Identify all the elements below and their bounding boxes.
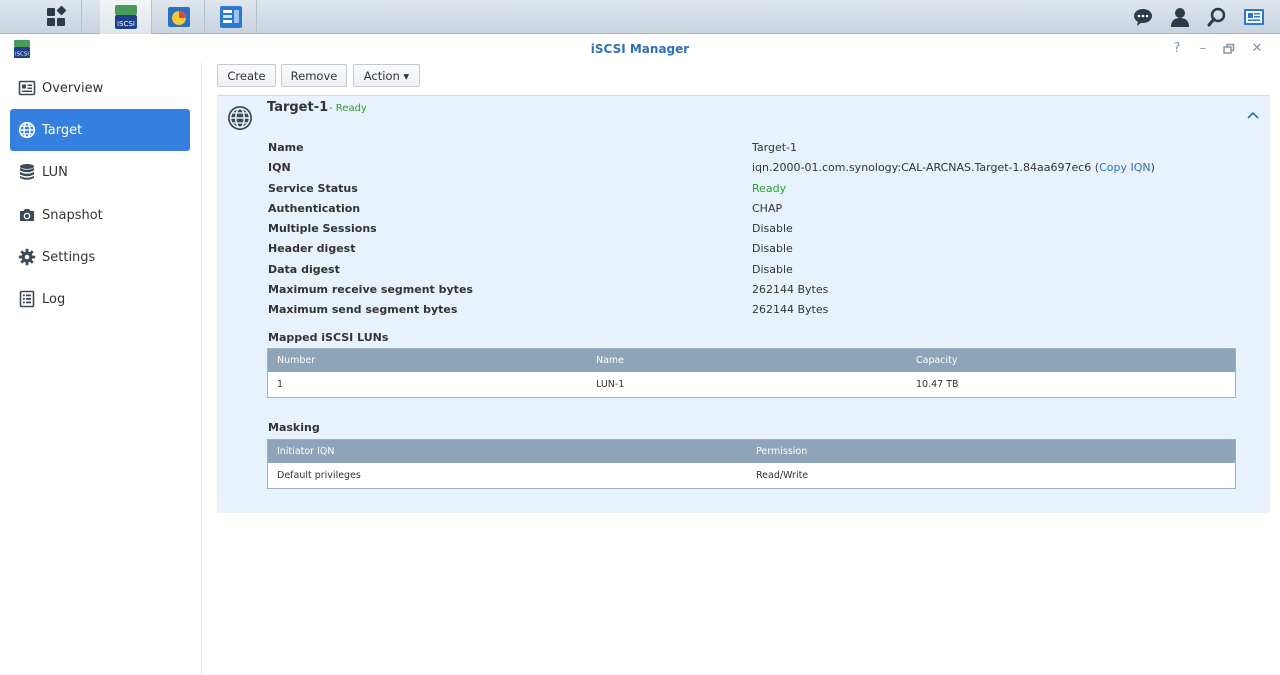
sidebar-item-log[interactable]: Log [10,278,190,320]
remove-button[interactable]: Remove [281,64,347,87]
sidebar: Overview Target LUN Snapshot Settings Lo… [0,63,202,675]
main-menu-button[interactable] [30,0,82,34]
taskbar: iSCSI [0,0,1280,34]
prop-value-max-send-segment: 262144 Bytes [752,303,829,316]
control-panel-taskbar-button[interactable] [205,0,257,34]
copy-iqn-close-paren: ) [1150,161,1155,174]
chat-icon [1134,9,1152,26]
create-button[interactable]: Create [217,64,276,87]
chevron-up-icon[interactable] [1246,108,1260,122]
search-button[interactable] [1199,0,1235,34]
initiator-iqn-value: Default privileges [277,470,361,481]
window-title: iSCSI Manager [590,42,690,56]
help-icon[interactable]: ? [1169,41,1185,57]
restore-icon[interactable] [1221,41,1237,57]
log-icon [18,290,36,308]
prop-label-service-status: Service Status [268,182,358,195]
prop-label-header-digest: Header digest [268,242,356,255]
gear-icon [18,248,36,266]
copy-iqn-open-paren: ( [1091,161,1100,174]
column-header-permission[interactable]: Permission [747,440,807,463]
database-icon [18,163,36,181]
prop-label-name: Name [268,141,304,154]
sidebar-item-snapshot[interactable]: Snapshot [10,194,190,236]
action-dropdown-button[interactable]: Action ▾ [353,64,420,87]
prop-value-service-status: Ready [752,182,787,195]
prop-label-authentication: Authentication [268,202,361,215]
target-title: Target-1 [267,100,329,115]
iscsi-icon: iSCSI [114,5,137,29]
camera-icon [18,206,36,224]
iscsi-app-icon: iSCSI [14,40,30,58]
iscsi-manager-taskbar-button[interactable]: iSCSI [100,0,152,34]
close-icon[interactable]: ✕ [1249,41,1265,57]
sidebar-item-label: Overview [42,80,104,96]
column-header-number[interactable]: Number [268,349,315,372]
prop-value-iqn: iqn.2000-01.com.synology:CAL-ARCNAS.Targ… [752,161,1155,174]
sidebar-item-settings[interactable]: Settings [10,236,190,278]
widgets-icon [1244,9,1264,25]
overview-icon [18,79,36,97]
sidebar-item-label: Settings [42,249,96,265]
masking-table: Initiator IQN Permission Default privile… [267,439,1236,489]
prop-value-max-receive-segment: 262144 Bytes [752,283,829,296]
mapped-luns-title: Mapped iSCSI LUNs [268,331,389,344]
prop-label-iqn: IQN [268,161,291,174]
sidebar-item-overview[interactable]: Overview [10,67,190,109]
table-header: Initiator IQN Permission [268,440,1235,463]
lun-capacity: 10.47 TB [916,379,959,390]
svg-text:iSCSI: iSCSI [117,20,135,28]
table-row[interactable]: Default privileges Read/Write [268,463,1235,488]
prop-value-data-digest: Disable [752,263,793,276]
prop-label-multiple-sessions: Multiple Sessions [268,222,377,235]
prop-value-header-digest: Disable [752,242,793,255]
globe-icon [228,106,252,130]
table-row[interactable]: 1 LUN-1 10.47 TB [268,372,1235,397]
search-icon [1207,7,1226,27]
user-icon [1171,8,1189,27]
notifications-button[interactable] [1125,0,1161,34]
storage-pie-icon [167,7,190,27]
column-header-name[interactable]: Name [587,349,624,372]
panel-icon [219,6,242,28]
sidebar-item-label: Snapshot [42,207,103,223]
widgets-button[interactable] [1236,0,1272,34]
window-titlebar[interactable]: iSCSI iSCSI Manager ? – ✕ [0,35,1280,63]
sidebar-item-lun[interactable]: LUN [10,151,190,193]
prop-label-max-receive-segment: Maximum receive segment bytes [268,283,473,296]
sidebar-item-target[interactable]: Target [10,109,190,151]
column-header-capacity[interactable]: Capacity [907,349,958,372]
sidebar-item-label: Target [42,122,83,138]
storage-manager-taskbar-button[interactable] [153,0,205,34]
minimize-icon[interactable]: – [1195,41,1211,57]
prop-label-max-send-segment: Maximum send segment bytes [268,303,458,316]
lun-number: 1 [277,379,284,390]
svg-text:iSCSI: iSCSI [15,52,29,58]
target-status: - Ready [329,103,367,114]
globe-icon [18,121,36,139]
prop-value-name: Target-1 [752,141,797,154]
prop-value-authentication: CHAP [752,202,783,215]
user-button[interactable] [1162,0,1198,34]
copy-iqn-link[interactable]: Copy IQN [1099,161,1151,174]
iqn-text: iqn.2000-01.com.synology:CAL-ARCNAS.Targ… [752,161,1092,174]
table-header: Number Name Capacity [268,349,1235,372]
sidebar-item-label: LUN [42,164,68,180]
prop-label-data-digest: Data digest [268,263,340,276]
column-header-initiator-iqn[interactable]: Initiator IQN [268,440,335,463]
target-detail-panel[interactable]: Target-1 - Ready Name Target-1 IQN iqn.2… [217,95,1270,513]
lun-name: LUN-1 [596,379,625,390]
prop-value-multiple-sessions: Disable [752,222,793,235]
permission-value: Read/Write [756,470,809,481]
grid-icon [46,6,66,26]
mapped-luns-table: Number Name Capacity 1 LUN-1 10.47 TB [267,348,1236,398]
sidebar-item-label: Log [42,291,66,307]
masking-title: Masking [268,421,320,434]
